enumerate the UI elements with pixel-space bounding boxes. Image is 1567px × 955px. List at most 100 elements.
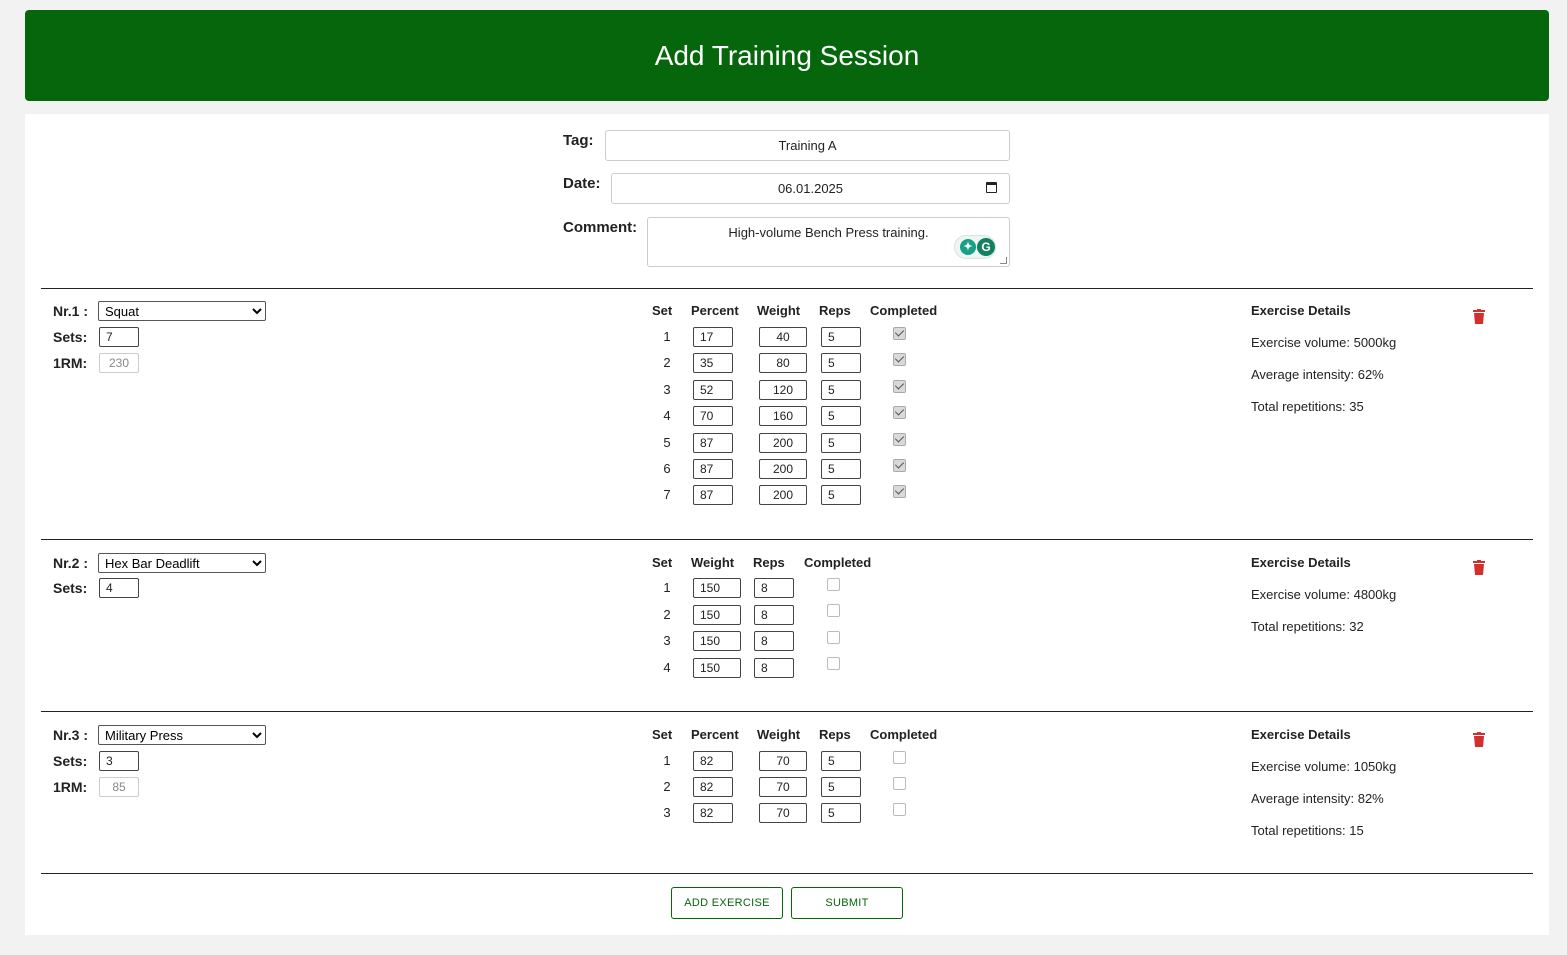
percent-input[interactable]: [693, 777, 733, 797]
percent-input[interactable]: [693, 327, 733, 347]
set-number: 1: [663, 580, 671, 595]
reps-input[interactable]: [821, 406, 861, 426]
completed-checkbox[interactable]: [827, 657, 840, 670]
set-number: 3: [663, 382, 671, 397]
sets-input[interactable]: [99, 327, 139, 347]
completed-checkbox[interactable]: [893, 803, 906, 816]
sets-input[interactable]: [99, 578, 139, 598]
reps-input[interactable]: [754, 605, 794, 625]
weight-input[interactable]: [759, 777, 807, 797]
details-volume: Exercise volume: 5000kg: [1251, 335, 1397, 350]
completed-checkbox[interactable]: [827, 604, 840, 617]
weight-input[interactable]: [759, 751, 807, 771]
percent-input[interactable]: [693, 406, 733, 426]
percent-input[interactable]: [693, 380, 733, 400]
trash-icon[interactable]: [1473, 309, 1485, 324]
completed-checkbox[interactable]: [827, 631, 840, 644]
col-header-reps: Reps: [753, 555, 785, 570]
details-volume: Exercise volume: 4800kg: [1251, 587, 1397, 602]
percent-input[interactable]: [693, 751, 733, 771]
percent-input[interactable]: [693, 803, 733, 823]
col-header-weight: Weight: [757, 303, 801, 318]
divider: [41, 288, 1533, 289]
reps-input[interactable]: [821, 433, 861, 453]
grammarly-g-icon: G: [977, 238, 995, 256]
details-reps: Total repetitions: 32: [1251, 619, 1364, 634]
completed-checkbox[interactable]: [893, 406, 906, 419]
weight-input[interactable]: [759, 459, 807, 479]
resize-handle[interactable]: [1000, 257, 1007, 264]
completed-checkbox[interactable]: [893, 751, 906, 764]
divider: [41, 873, 1533, 874]
reps-input[interactable]: [754, 631, 794, 651]
completed-checkbox[interactable]: [893, 777, 906, 790]
reps-input[interactable]: [821, 380, 861, 400]
percent-input[interactable]: [693, 433, 733, 453]
set-number: 2: [663, 355, 671, 370]
details-title: Exercise Details: [1251, 303, 1351, 318]
col-header-percent: Percent: [691, 727, 739, 742]
weight-input[interactable]: [759, 327, 807, 347]
weight-input[interactable]: [759, 485, 807, 505]
completed-checkbox[interactable]: [827, 578, 840, 591]
exercise-select[interactable]: Hex Bar Deadlift: [98, 553, 266, 573]
weight-input[interactable]: [759, 380, 807, 400]
set-number: 1: [663, 329, 671, 344]
weight-input[interactable]: [759, 433, 807, 453]
col-header-set: Set: [652, 555, 673, 570]
reps-input[interactable]: [821, 751, 861, 771]
reps-input[interactable]: [754, 578, 794, 598]
weight-input[interactable]: [759, 803, 807, 823]
grammarly-icon[interactable]: ✦ G: [954, 235, 996, 259]
set-number: 3: [663, 805, 671, 820]
reps-input[interactable]: [821, 777, 861, 797]
weight-input[interactable]: [693, 578, 741, 598]
reps-input[interactable]: [821, 353, 861, 373]
weight-input[interactable]: [759, 406, 807, 426]
submit-button[interactable]: SUBMIT: [791, 887, 903, 919]
reps-input[interactable]: [821, 485, 861, 505]
reps-input[interactable]: [821, 459, 861, 479]
weight-input[interactable]: [693, 631, 741, 651]
add-exercise-button[interactable]: ADD EXERCISE: [671, 887, 783, 919]
session-form: Tag: Date: 06.01.2025 Comment: High-volu…: [25, 114, 1549, 935]
col-header-completed: Completed: [870, 727, 938, 742]
comment-textarea[interactable]: High-volume Bench Press training. ✦ G: [647, 217, 1010, 267]
sets-input[interactable]: [99, 751, 139, 771]
divider: [41, 711, 1533, 712]
percent-input[interactable]: [693, 353, 733, 373]
one-rm-input: [99, 353, 139, 373]
completed-checkbox[interactable]: [893, 433, 906, 446]
reps-input[interactable]: [754, 658, 794, 678]
col-header-set: Set: [652, 303, 673, 318]
tag-input[interactable]: [605, 130, 1010, 161]
page-title: Add Training Session: [654, 40, 920, 71]
percent-input[interactable]: [693, 459, 733, 479]
completed-checkbox[interactable]: [893, 485, 906, 498]
set-number: 4: [663, 408, 671, 423]
completed-checkbox[interactable]: [893, 459, 906, 472]
top-strip: [0, 0, 1567, 10]
weight-input[interactable]: [759, 353, 807, 373]
set-number: 3: [663, 633, 671, 648]
exercise-select[interactable]: Squat: [98, 301, 266, 321]
date-input[interactable]: 06.01.2025: [611, 173, 1010, 204]
exercise-number: Nr.3 :: [53, 727, 89, 743]
trash-icon[interactable]: [1473, 732, 1485, 747]
completed-checkbox[interactable]: [893, 353, 906, 366]
weight-input[interactable]: [693, 658, 741, 678]
calendar-icon[interactable]: [986, 182, 997, 193]
grammarly-bulb-icon: ✦: [960, 239, 976, 255]
completed-checkbox[interactable]: [893, 327, 906, 340]
trash-icon[interactable]: [1473, 560, 1485, 575]
col-header-reps: Reps: [819, 727, 851, 742]
one-rm-input: [99, 777, 139, 797]
completed-checkbox[interactable]: [893, 380, 906, 393]
reps-input[interactable]: [821, 803, 861, 823]
weight-input[interactable]: [693, 605, 741, 625]
divider: [41, 539, 1533, 540]
reps-input[interactable]: [821, 327, 861, 347]
date-value: 06.01.2025: [777, 181, 844, 196]
percent-input[interactable]: [693, 485, 733, 505]
exercise-select[interactable]: Military Press: [98, 725, 266, 745]
